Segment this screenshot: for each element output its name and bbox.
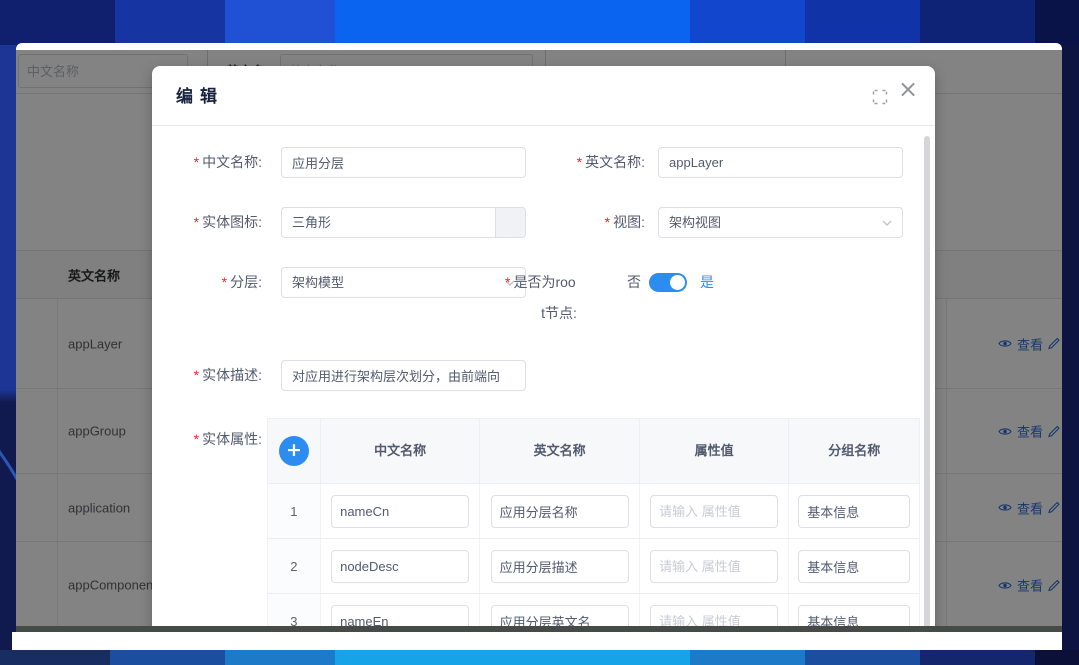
frame-segment bbox=[1035, 0, 1079, 45]
frame-segment bbox=[115, 0, 225, 45]
view-select[interactable]: 架构视图 bbox=[658, 207, 903, 238]
frame-segment bbox=[225, 650, 335, 665]
cn-name-label: *中文名称: bbox=[176, 147, 262, 178]
modal-header-divider bbox=[152, 125, 935, 126]
attr-row-index: 2 bbox=[268, 539, 321, 593]
is-root-label-line1-text: 是否为roo bbox=[513, 274, 575, 290]
top-frame-mosaic bbox=[0, 0, 1079, 45]
attr-cn-cell bbox=[321, 484, 481, 538]
entity-icon-label-text: 实体图标: bbox=[202, 214, 262, 230]
required-asterisk: * bbox=[222, 274, 227, 290]
frame-segment bbox=[1035, 650, 1079, 665]
app-page: *英文名 英文名称 appLayer bbox=[16, 43, 1062, 632]
entity-attrs-label-text: 实体属性: bbox=[202, 431, 262, 447]
frame-segment bbox=[0, 0, 115, 45]
frame-segment bbox=[690, 0, 805, 45]
attr-value-input[interactable] bbox=[650, 495, 778, 528]
layer-label: *分层: bbox=[176, 267, 262, 298]
required-asterisk: * bbox=[194, 367, 199, 383]
frame-segment bbox=[0, 650, 110, 665]
is-root-label-line1: *是否为roo bbox=[505, 267, 613, 298]
is-root-toggle[interactable] bbox=[649, 273, 687, 292]
view-label: *视图: bbox=[495, 207, 645, 238]
attr-en-cell bbox=[480, 539, 640, 593]
entity-desc-input[interactable] bbox=[281, 360, 526, 391]
cn-name-label-text: 中文名称: bbox=[202, 154, 262, 170]
entity-desc-label-text: 实体描述: bbox=[202, 367, 262, 383]
en-name-label-text: 英文名称: bbox=[585, 154, 645, 170]
attr-group-header: 分组名称 bbox=[789, 419, 919, 483]
entity-icon-input[interactable]: 三角形 bbox=[281, 207, 526, 238]
en-name-input[interactable] bbox=[658, 147, 903, 178]
screenshot-stage: *英文名 英文名称 appLayer bbox=[0, 0, 1079, 665]
required-asterisk: * bbox=[505, 274, 510, 290]
close-icon[interactable]: × bbox=[898, 77, 918, 101]
required-asterisk: * bbox=[194, 431, 199, 447]
attr-table-row: 1 bbox=[268, 483, 919, 538]
frame-segment bbox=[690, 650, 805, 665]
frame-segment bbox=[335, 650, 690, 665]
entity-icon-value: 三角形 bbox=[292, 208, 331, 237]
attr-group-cell bbox=[789, 484, 919, 538]
attr-value-header: 属性值 bbox=[640, 419, 790, 483]
attr-en-cell bbox=[480, 484, 640, 538]
view-select-value: 架构视图 bbox=[669, 208, 721, 237]
attr-cn-header: 中文名称 bbox=[321, 419, 481, 483]
attr-en-input[interactable] bbox=[491, 550, 629, 583]
required-asterisk: * bbox=[194, 214, 199, 230]
required-asterisk: * bbox=[577, 154, 582, 170]
entity-desc-label: *实体描述: bbox=[176, 360, 262, 391]
toggle-on-label: 是 bbox=[700, 267, 714, 298]
required-asterisk: * bbox=[605, 214, 610, 230]
toggle-off-label: 否 bbox=[627, 267, 641, 298]
attr-add-column: + bbox=[268, 419, 321, 483]
attr-group-input[interactable] bbox=[798, 550, 910, 583]
frame-segment bbox=[225, 0, 335, 45]
attr-cn-input[interactable] bbox=[331, 550, 469, 583]
attr-value-input[interactable] bbox=[650, 550, 778, 583]
view-label-text: 视图: bbox=[613, 214, 645, 230]
page-bottom-edge bbox=[16, 626, 1062, 632]
required-asterisk: * bbox=[194, 154, 199, 170]
entity-attrs-label: *实体属性: bbox=[176, 424, 262, 455]
entity-icon-label: *实体图标: bbox=[176, 207, 262, 238]
modal-title: 编辑 bbox=[176, 82, 224, 107]
layer-label-text: 分层: bbox=[230, 274, 262, 290]
frame-segment bbox=[110, 650, 225, 665]
attr-cn-input[interactable] bbox=[331, 495, 469, 528]
attr-cn-cell bbox=[321, 539, 481, 593]
frame-segment bbox=[335, 0, 690, 45]
cn-name-input[interactable] bbox=[281, 147, 526, 178]
chevron-down-icon bbox=[881, 218, 893, 228]
layer-select[interactable]: 架构模型 bbox=[281, 267, 526, 298]
add-attribute-button[interactable]: + bbox=[279, 436, 309, 466]
attr-en-header: 英文名称 bbox=[480, 419, 640, 483]
attr-value-cell bbox=[640, 484, 790, 538]
bottom-frame-mosaic bbox=[0, 650, 1079, 665]
attr-table-header-row: + 中文名称 英文名称 属性值 分组名称 bbox=[268, 419, 919, 483]
right-frame-column bbox=[1062, 45, 1079, 650]
attr-value-cell bbox=[640, 539, 790, 593]
bottom-white-strip bbox=[12, 632, 1062, 650]
frame-segment bbox=[920, 0, 1035, 45]
layer-select-value: 架构模型 bbox=[292, 268, 344, 297]
frame-segment bbox=[805, 0, 920, 45]
modal-scrollbar[interactable] bbox=[924, 136, 930, 632]
attr-table: + 中文名称 英文名称 属性值 分组名称 1 bbox=[267, 418, 920, 632]
en-name-label: *英文名称: bbox=[495, 147, 645, 178]
frame-segment bbox=[920, 650, 1035, 665]
edit-modal: 编辑 × *中文名称: *英文名称: *实体图标: 三角形 *视图: 架构视图 bbox=[152, 66, 935, 632]
frame-segment bbox=[805, 650, 920, 665]
attr-table-row: 2 bbox=[268, 538, 919, 593]
attr-row-index: 1 bbox=[268, 484, 321, 538]
attr-group-input[interactable] bbox=[798, 495, 910, 528]
is-root-label-line2: t节点: bbox=[505, 303, 613, 323]
fullscreen-icon[interactable] bbox=[872, 89, 888, 105]
attr-group-cell bbox=[789, 539, 919, 593]
toggle-knob bbox=[670, 275, 685, 290]
attr-en-input[interactable] bbox=[491, 495, 629, 528]
